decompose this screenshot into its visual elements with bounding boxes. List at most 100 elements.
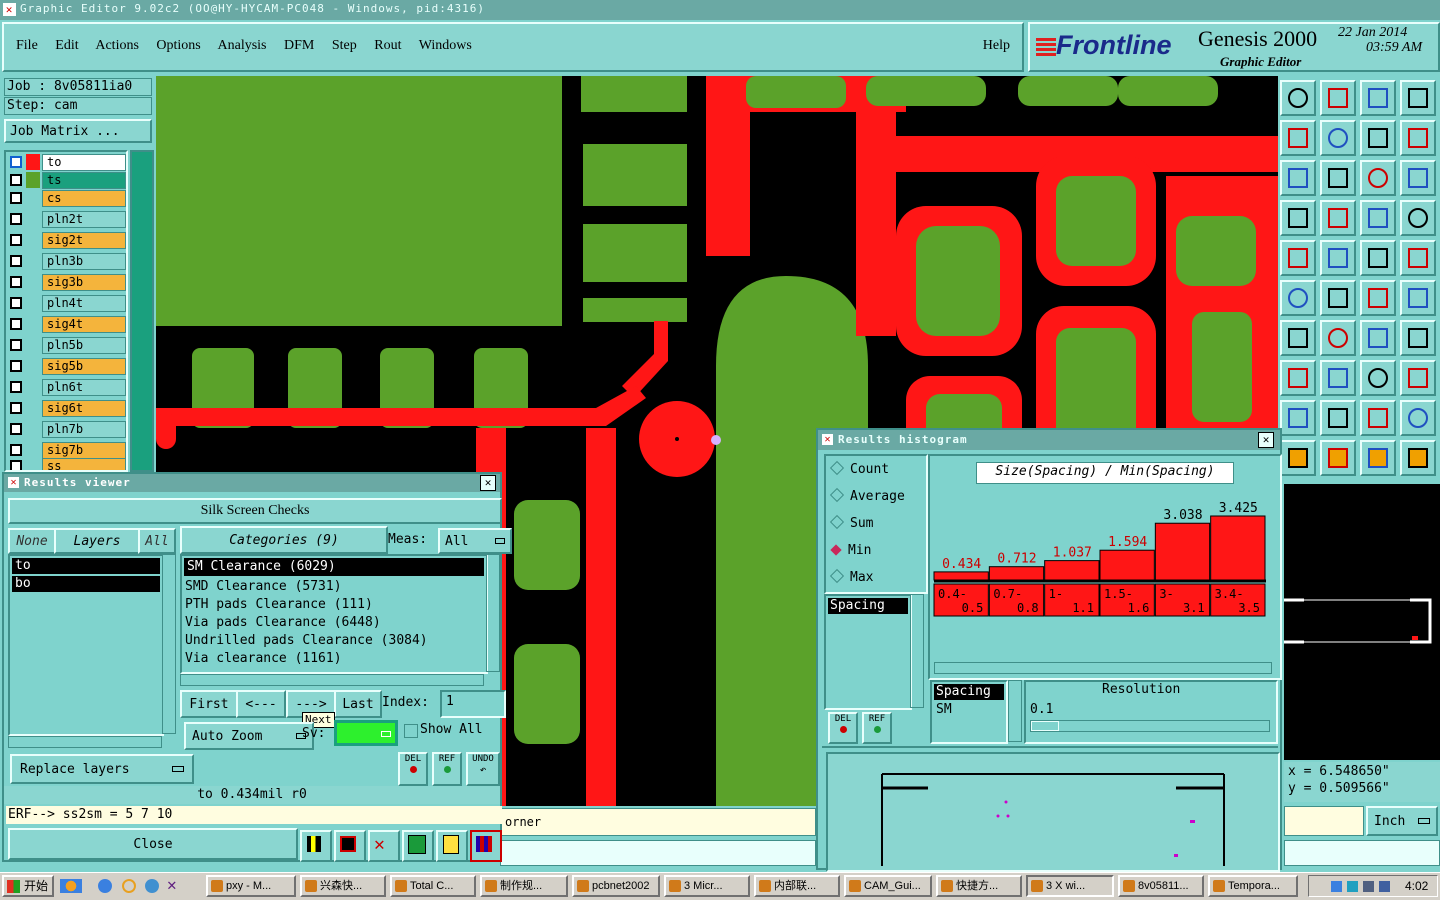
taskbar-item[interactable]: 兴森快... [300, 875, 386, 897]
taskbar-item[interactable]: 制作规... [480, 875, 568, 897]
menu-dfm[interactable]: DFM [284, 38, 314, 53]
quick-launch-icon[interactable] [60, 879, 82, 893]
layer-row[interactable]: pln6t [8, 379, 126, 397]
arch-button[interactable] [1400, 400, 1436, 436]
open-button[interactable] [1280, 80, 1316, 116]
pad-button[interactable] [1400, 240, 1436, 276]
del-button[interactable]: DEL [398, 752, 428, 786]
replace-layers-button[interactable]: Replace layers [10, 754, 194, 784]
help-button[interactable] [1400, 160, 1436, 196]
taskbar-item[interactable]: pcbnet2002 [572, 875, 660, 897]
layer-checkbox[interactable] [10, 192, 22, 204]
flag-button[interactable] [1400, 320, 1436, 356]
results-layer-item[interactable]: bo [12, 576, 160, 592]
tray-icon[interactable] [1347, 881, 1358, 892]
arc-button[interactable] [1360, 320, 1396, 356]
menu-step[interactable]: Step [332, 38, 357, 53]
pointer-button[interactable] [1360, 440, 1396, 476]
layer-checkbox[interactable] [10, 276, 22, 288]
fill-button[interactable] [1280, 240, 1316, 276]
link-button[interactable] [1400, 440, 1436, 476]
layer-row[interactable]: cs [8, 190, 126, 208]
outline-button[interactable] [1320, 240, 1356, 276]
split-button[interactable] [1320, 360, 1356, 396]
cross-button[interactable] [1320, 280, 1356, 316]
move-button[interactable] [1360, 280, 1396, 316]
flip-button[interactable] [1360, 120, 1396, 156]
layer-checkbox[interactable] [10, 381, 22, 393]
polygon-button[interactable] [1360, 400, 1396, 436]
layer-checkbox[interactable] [10, 402, 22, 414]
layer-row[interactable]: sig3b [8, 274, 126, 292]
close-button[interactable]: Close [8, 828, 298, 860]
clear-icon-button[interactable]: ✕ [368, 830, 400, 862]
frame-button[interactable] [1360, 360, 1396, 396]
option-min[interactable]: Min [830, 543, 871, 558]
stats-icon-button[interactable] [402, 830, 434, 862]
layer-checkbox[interactable] [10, 156, 22, 168]
overview-map[interactable] [1284, 484, 1440, 760]
layer-row[interactable]: ss [8, 458, 126, 470]
layer-checkbox[interactable] [10, 460, 22, 470]
filter-item[interactable]: SM [934, 702, 1004, 718]
results-layer-scrollbar[interactable] [162, 554, 176, 734]
layer-list-scrollbar[interactable] [130, 150, 154, 472]
save-button[interactable] [1320, 80, 1356, 116]
ref-button[interactable]: REF [432, 752, 462, 786]
center-button[interactable] [1320, 160, 1356, 196]
category-item[interactable]: Undrilled pads Clearance (3084) [182, 632, 486, 650]
category-item[interactable]: Via pads Clearance (6448) [182, 614, 486, 632]
results-layer-hscroll[interactable] [8, 736, 162, 748]
layer-row[interactable]: sig5b [8, 358, 126, 376]
option-count[interactable]: Count [829, 460, 889, 477]
tray-icon[interactable] [1331, 881, 1342, 892]
resolution-slider[interactable] [1030, 720, 1270, 732]
unit-select[interactable]: Inch [1366, 806, 1438, 836]
layer-row[interactable]: pln3b [8, 253, 126, 271]
taskbar-item[interactable]: Total C... [390, 875, 476, 897]
undo-button[interactable]: UNDO ↶ [466, 752, 500, 786]
scale-button[interactable] [1360, 160, 1396, 196]
menu-actions[interactable]: Actions [95, 38, 139, 53]
taskbar-item[interactable]: 3 Micr... [664, 875, 750, 897]
categories-hscroll[interactable] [180, 674, 484, 686]
snap-blue-button[interactable] [1400, 200, 1436, 236]
first-button[interactable]: First [180, 690, 238, 718]
net-button[interactable] [1280, 280, 1316, 316]
home-button[interactable] [1360, 80, 1396, 116]
cursor-alt-button[interactable] [1320, 440, 1356, 476]
copy-button[interactable] [1400, 280, 1436, 316]
measure-button[interactable] [1280, 200, 1316, 236]
histogram-icon-button[interactable] [470, 830, 502, 862]
save-icon-button[interactable] [334, 830, 366, 862]
layer-checkbox[interactable] [10, 255, 22, 267]
chart-hscroll[interactable] [934, 662, 1272, 674]
layer-row[interactable]: pln7b [8, 421, 126, 439]
layer-row[interactable]: pln2t [8, 211, 126, 229]
taskbar-item[interactable]: 快捷方... [936, 875, 1022, 897]
layer-row[interactable]: sig6t [8, 400, 126, 418]
option-max[interactable]: Max [829, 568, 873, 585]
job-matrix-button[interactable]: Job Matrix ... [4, 119, 152, 143]
layer-row[interactable]: sig2t [8, 232, 126, 250]
snap-red-button[interactable] [1360, 200, 1396, 236]
menu-options[interactable]: Options [156, 38, 200, 53]
ruler-button[interactable] [1360, 240, 1396, 276]
filter-item[interactable]: Spacing [934, 684, 1004, 700]
taskbar-item[interactable]: CAM_Gui... [844, 875, 932, 897]
fit-button[interactable] [1280, 160, 1316, 196]
slider-thumb[interactable] [1031, 721, 1059, 731]
triangle-button[interactable] [1280, 400, 1316, 436]
show-all-checkbox[interactable] [404, 724, 418, 738]
taskbar-item[interactable]: 8v05811... [1118, 875, 1204, 897]
metric-item[interactable]: Spacing [828, 598, 908, 614]
layer-checkbox[interactable] [10, 297, 22, 309]
results-layer-item[interactable]: to [12, 558, 160, 574]
hist-del-button[interactable]: DEL [828, 712, 858, 744]
x-app-icon[interactable]: ✕ [167, 875, 177, 894]
severity-select[interactable] [334, 720, 398, 746]
layer-out-button[interactable] [1320, 120, 1356, 156]
option-average[interactable]: Average [829, 487, 905, 504]
layer-row[interactable]: pln5b [8, 337, 126, 355]
menu-rout[interactable]: Rout [374, 38, 401, 53]
